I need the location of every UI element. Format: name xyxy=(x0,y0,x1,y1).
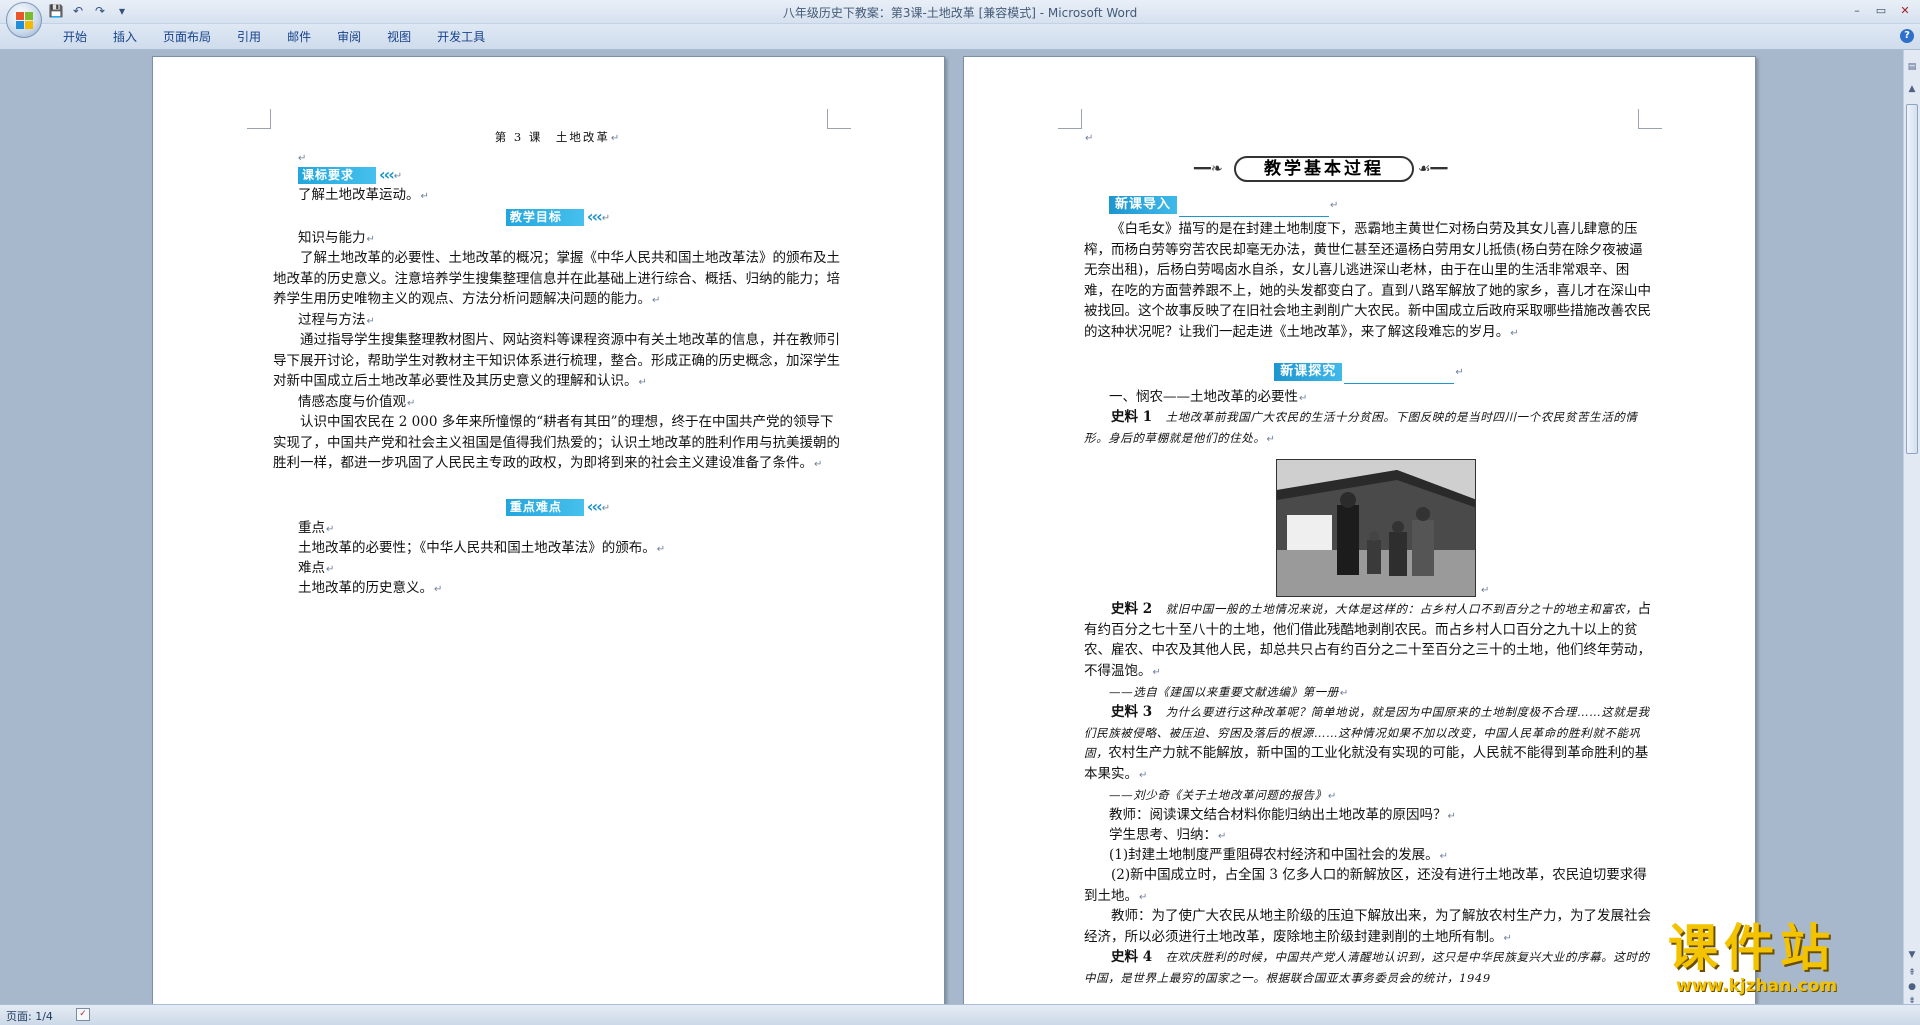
site-watermark: 课件站 www.kjzhan.com xyxy=(1668,920,1898,1002)
material-2-text-a: 就旧中国一般的土地情况来说，大体是这样的：占乡村人口不到百分之十的地主和富农， xyxy=(1165,602,1638,616)
chevron-icons: ‹‹‹ xyxy=(586,497,603,517)
margin-corner-mark xyxy=(1638,109,1662,129)
scrollbar-thumb[interactable] xyxy=(1906,104,1918,454)
heading-difficult: 难点 xyxy=(298,560,325,576)
heading-knowledge: 知识与能力 xyxy=(298,230,366,246)
banner-key-points: 重点难点 xyxy=(505,499,584,516)
material-3-text-b: 农村生产力就不能解放，新中国的工业化就没有实现的可能，人民就不能得到革命胜利的基… xyxy=(1084,745,1649,782)
banner-requirements: 课标要求 xyxy=(298,167,377,184)
answer-2: (2)新中国成立时，占全国 3 亿多人口的新解放区，还没有进行土地改革，农民迫切… xyxy=(1084,867,1647,904)
page-indicator[interactable]: 页面: 1/4 xyxy=(6,1008,53,1024)
minimize-button[interactable]: – xyxy=(1846,2,1868,20)
heading-process: 过程与方法 xyxy=(298,312,366,328)
material-1-label: 史料 1 xyxy=(1111,409,1153,425)
view-ruler-icon[interactable]: ▤ xyxy=(1906,62,1918,74)
window-title: 八年级历史下教案：第3课-土地改革 [兼容模式] - Microsoft Wor… xyxy=(782,6,1138,20)
previous-page-icon[interactable]: ⇞ xyxy=(1906,968,1918,982)
paragraph-difficult: 土地改革的历史意义。 xyxy=(298,580,433,596)
tab-developer[interactable]: 开发工具 xyxy=(424,28,498,46)
requirement-text: 了解土地改革运动。 xyxy=(298,187,420,203)
material-3-source: ——刘少奇《关于土地改革问题的报告》 xyxy=(1109,788,1327,802)
help-icon[interactable]: ? xyxy=(1900,29,1914,43)
material-3-label: 史料 3 xyxy=(1111,704,1153,720)
tab-page-layout[interactable]: 页面布局 xyxy=(150,28,224,46)
tab-review[interactable]: 审阅 xyxy=(324,28,374,46)
tab-home[interactable]: 开始 xyxy=(50,28,100,46)
paragraph-intro: 《白毛女》描写的是在封建土地制度下，恶霸地主黄世仁对杨白劳及其女儿喜儿肆意的压榨… xyxy=(1084,221,1651,340)
historical-photo xyxy=(1276,459,1476,597)
watermark-text: 课件站 xyxy=(1668,919,1836,977)
tab-mailings[interactable]: 邮件 xyxy=(274,28,324,46)
office-logo-icon xyxy=(16,12,34,30)
scroll-down-arrow-icon[interactable]: ▼ xyxy=(1906,950,1918,964)
scroll-up-arrow-icon[interactable]: ▲ xyxy=(1906,84,1918,98)
main-title-ornament: ━━❧ 教学基本过程 ☙━━ xyxy=(1194,152,1454,186)
paragraph-emotion: 认识中国农民在 2 000 多年来所憧憬的“耕者有其田”的理想，终于在中国共产党… xyxy=(273,414,840,471)
margin-corner-mark xyxy=(1058,109,1082,129)
teacher-question: 教师：阅读课文结合材料你能归纳出土地改革的原因吗？ xyxy=(1109,807,1447,823)
document-page-1[interactable]: 第 3 课 土地改革↵ ↵ 课标要求 ‹‹‹↵ 了解土地改革运动。↵ 教学目标 ‹‹… xyxy=(152,56,945,1004)
banner-goals: 教学目标 xyxy=(505,209,584,226)
paragraph-knowledge: 了解土地改革的必要性、土地改革的概况；掌握《中华人民共和国土地改革法》的颁布及土… xyxy=(273,250,840,307)
banner-intro: 新课导入 xyxy=(1109,196,1178,214)
vertical-scrollbar[interactable]: ▤ ▲ ▼ ⇞ ● ⇟ xyxy=(1903,50,1920,1006)
title-bar: 💾 ↶ ↷ ▾ 八年级历史下教案：第3课-土地改革 [兼容模式] - Micro… xyxy=(0,0,1920,38)
material-1-text: 土地改革前我国广大农民的生活十分贫困。下图反映的是当时四川一个农民贫苦生活的情形… xyxy=(1084,410,1638,445)
tab-references[interactable]: 引用 xyxy=(224,28,274,46)
ornament-left-icon: ━━❧ xyxy=(1194,161,1223,177)
margin-corner-mark xyxy=(247,109,271,129)
lesson-title: 第 3 课 土地改革 xyxy=(494,130,610,144)
maximize-button[interactable]: ▭ xyxy=(1870,2,1892,20)
banner-line xyxy=(1344,382,1455,384)
margin-corner-mark xyxy=(827,109,851,129)
browse-object-icon[interactable]: ● xyxy=(1906,982,1918,996)
window-controls: – ▭ ✕ xyxy=(1846,2,1916,20)
ribbon-tabs: 开始 插入 页面布局 引用 邮件 审阅 视图 开发工具 xyxy=(50,28,498,46)
ribbon: 开始 插入 页面布局 引用 邮件 审阅 视图 开发工具 ? xyxy=(0,24,1920,50)
status-bar: 页面: 1/4 ✓ xyxy=(0,1004,1920,1025)
section-heading-1: 一、悯农——土地改革的必要性 xyxy=(1109,389,1298,405)
tab-view[interactable]: 视图 xyxy=(374,28,424,46)
heading-emotion: 情感态度与价值观 xyxy=(298,394,406,410)
banner-line xyxy=(1179,215,1330,217)
banner-explore: 新课探究 xyxy=(1274,363,1343,381)
close-button[interactable]: ✕ xyxy=(1894,2,1916,20)
tab-insert[interactable]: 插入 xyxy=(100,28,150,46)
material-4-label: 史料 4 xyxy=(1111,949,1153,965)
ornament-right-icon: ☙━━ xyxy=(1418,161,1448,177)
material-4-text: 在欢庆胜利的时候，中国共产党人清醒地认识到，这只是中华民族复兴大业的序幕。这时的… xyxy=(1084,950,1650,985)
heading-key: 重点 xyxy=(298,520,325,536)
office-button[interactable] xyxy=(6,2,42,38)
document-area[interactable]: 第 3 课 土地改革↵ ↵ 课标要求 ‹‹‹↵ 了解土地改革运动。↵ 教学目标 ‹‹… xyxy=(0,50,1903,1004)
answer-1: (1)封建土地制度严重阻碍农村经济和中国社会的发展。 xyxy=(1109,847,1439,863)
paragraph-process: 通过指导学生搜集整理教材图片、网站资料等课程资源中有关土地改革的信息，并在教师引… xyxy=(273,332,840,389)
material-2-source: ——选自《建国以来重要文献选编》第一册 xyxy=(1109,685,1339,699)
proofing-status-icon[interactable]: ✓ xyxy=(76,1008,90,1021)
chevron-icons: ‹‹‹ xyxy=(586,207,603,227)
teacher-summary: 教师：为了使广大农民从地主阶级的压迫下解放出来，为了解放农村生产力，为了发展社会… xyxy=(1084,908,1651,945)
student-prompt: 学生思考、归纳： xyxy=(1109,827,1217,843)
main-title: 教学基本过程 xyxy=(1234,156,1414,182)
material-2-label: 史料 2 xyxy=(1111,601,1153,617)
chevron-icons: ‹‹‹ xyxy=(379,165,395,185)
document-page-2[interactable]: ↵ ━━❧ 教学基本过程 ☙━━ 新课导入 ↵ 《白毛女》描写的是在封建土地制度下… xyxy=(963,56,1756,1004)
paragraph-key: 土地改革的必要性；《中华人民共和国土地改革法》的颁布。 xyxy=(298,540,656,556)
photo-farmer-family xyxy=(1277,460,1475,596)
watermark-url: www.kjzhan.com xyxy=(1676,976,1838,996)
